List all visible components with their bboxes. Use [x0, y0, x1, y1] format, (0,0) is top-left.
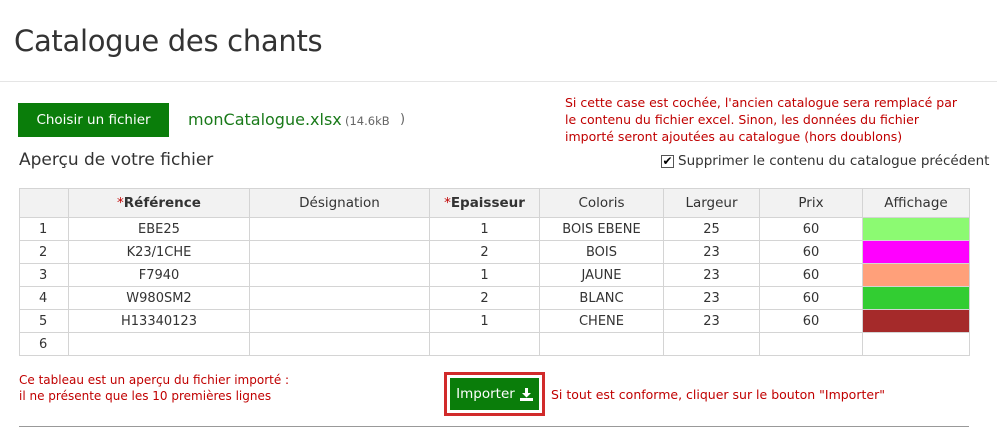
- replace-catalogue-option[interactable]: ✔ Supprimer le contenu du catalogue préc…: [661, 153, 989, 169]
- coloris-cell: BOIS: [539, 240, 664, 264]
- designation-cell: [249, 217, 430, 241]
- import-button[interactable]: Importer: [450, 378, 539, 410]
- reference-cell: EBE25: [68, 217, 250, 241]
- table-row: 4 W980SM2 2 BLANC 23 60: [19, 286, 970, 310]
- reference-cell: K23/1CHE: [68, 240, 250, 264]
- import-hint-text: Si tout est conforme, cliquer sur le bou…: [551, 387, 885, 402]
- prix-cell: 60: [759, 240, 863, 264]
- largeur-cell: [663, 332, 760, 356]
- row-index-cell: 4: [19, 286, 69, 310]
- epaisseur-cell: 1: [429, 309, 540, 333]
- epaisseur-cell: 2: [429, 240, 540, 264]
- prix-cell: 60: [759, 263, 863, 287]
- import-button-label: Importer: [456, 386, 515, 402]
- row-index-cell: 2: [19, 240, 69, 264]
- largeur-cell: 25: [663, 217, 760, 241]
- designation-cell: [249, 240, 430, 264]
- col-header-designation: Désignation: [249, 188, 430, 218]
- table-row: 3 F7940 1 JAUNE 23 60: [19, 263, 970, 287]
- table-row: 1 EBE25 1 BOIS EBENE 25 60: [19, 217, 970, 241]
- preview-title: Aperçu de votre fichier: [19, 150, 214, 170]
- row-index-cell: 5: [19, 309, 69, 333]
- table-row: 5 H13340123 1 CHENE 23 60: [19, 309, 970, 333]
- coloris-cell: BOIS EBENE: [539, 217, 664, 241]
- designation-cell: [249, 263, 430, 287]
- row-index-cell: 3: [19, 263, 69, 287]
- table-row: 2 K23/1CHE 2 BOIS 23 60: [19, 240, 970, 264]
- replace-catalogue-checkbox[interactable]: ✔: [661, 154, 674, 168]
- affichage-color-swatch: [862, 309, 970, 333]
- selected-file-name: monCatalogue.xlsx: [188, 110, 342, 129]
- affichage-color-swatch: [862, 217, 970, 241]
- coloris-cell: [539, 332, 664, 356]
- col-header-reference: *Référence: [68, 188, 250, 218]
- reference-cell: H13340123: [68, 309, 250, 333]
- largeur-cell: 23: [663, 309, 760, 333]
- largeur-cell: 23: [663, 240, 760, 264]
- replace-catalogue-label: Supprimer le contenu du catalogue précéd…: [678, 153, 990, 169]
- preview-table: *Référence Désignation *Epaisseur Colori…: [19, 188, 970, 356]
- designation-cell: [249, 332, 430, 356]
- row-index-cell: 1: [19, 217, 69, 241]
- reference-cell: [68, 332, 250, 356]
- file-size: (14.6kB: [345, 114, 390, 128]
- checkmark-icon: ✔: [662, 154, 673, 168]
- epaisseur-cell: [429, 332, 540, 356]
- epaisseur-cell: 2: [429, 286, 540, 310]
- largeur-cell: 23: [663, 263, 760, 287]
- reference-cell: W980SM2: [68, 286, 250, 310]
- header-divider: [0, 81, 997, 82]
- prix-cell: 60: [759, 217, 863, 241]
- largeur-cell: 23: [663, 286, 760, 310]
- affichage-color-swatch: [862, 240, 970, 264]
- col-header-epaisseur: *Epaisseur: [429, 188, 540, 218]
- col-header-affichage: Affichage: [862, 188, 970, 218]
- designation-cell: [249, 286, 430, 310]
- coloris-cell: BLANC: [539, 286, 664, 310]
- page-title: Catalogue des chants: [14, 24, 323, 58]
- required-marker: *: [444, 195, 451, 211]
- coloris-cell: JAUNE: [539, 263, 664, 287]
- preview-note-line: il ne présente que les 10 premières lign…: [19, 389, 272, 403]
- reference-cell: F7940: [68, 263, 250, 287]
- table-row: 6: [19, 332, 970, 356]
- import-highlight-frame: Importer: [444, 372, 545, 416]
- col-header-largeur: Largeur: [663, 188, 760, 218]
- affichage-color-swatch: [862, 286, 970, 310]
- preview-note: Ce tableau est un aperçu du fichier impo…: [19, 372, 289, 404]
- epaisseur-cell: 1: [429, 263, 540, 287]
- epaisseur-cell: 1: [429, 217, 540, 241]
- download-icon: [519, 387, 533, 401]
- required-marker: *: [117, 195, 124, 211]
- prix-cell: [759, 332, 863, 356]
- affichage-color-swatch: [862, 332, 970, 356]
- affichage-color-swatch: [862, 263, 970, 287]
- replace-warning-text: Si cette case est cochée, l'ancien catal…: [565, 95, 958, 144]
- row-index-cell: 6: [19, 332, 69, 356]
- preview-note-line: Ce tableau est un aperçu du fichier impo…: [19, 373, 290, 387]
- prix-cell: 60: [759, 286, 863, 310]
- table-header-row: *Référence Désignation *Epaisseur Colori…: [19, 188, 970, 218]
- col-header-prix: Prix: [759, 188, 863, 218]
- coloris-cell: CHENE: [539, 309, 664, 333]
- designation-cell: [249, 309, 430, 333]
- choose-file-button[interactable]: Choisir un fichier: [18, 103, 169, 137]
- footer-divider: [19, 426, 969, 427]
- col-header-coloris: Coloris: [539, 188, 664, 218]
- prix-cell: 60: [759, 309, 863, 333]
- file-size-close: ): [400, 112, 406, 127]
- col-header-index: [19, 188, 69, 218]
